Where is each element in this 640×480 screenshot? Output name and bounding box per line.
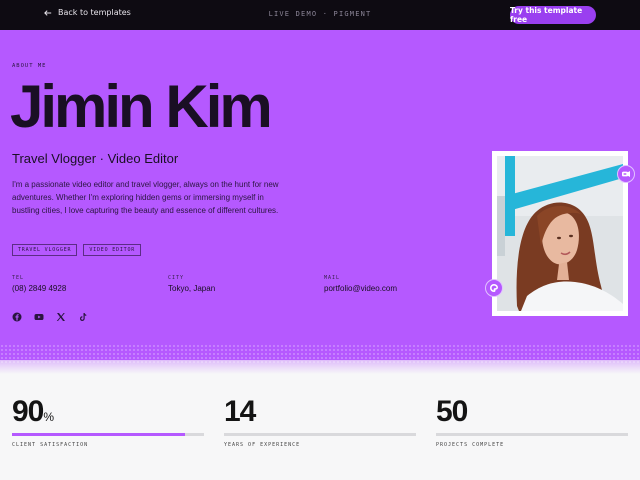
mail-value[interactable]: portfolio@video.com — [324, 284, 397, 293]
stat-projects-label: PROJECTS COMPLETE — [436, 442, 505, 448]
video-camera-icon — [622, 170, 630, 178]
about-eyebrow: ABOUT ME — [12, 63, 47, 69]
facebook-icon[interactable] — [12, 307, 22, 322]
portrait-image — [497, 156, 623, 311]
stat-years-value: 14 — [224, 395, 256, 428]
stat-suffix: % — [43, 410, 55, 424]
tag-video-editor: VIDEO EDITOR — [83, 244, 142, 256]
profile-role: Travel Vlogger · Video Editor — [12, 151, 179, 166]
stat-progress-track — [12, 433, 204, 436]
palette-badge — [485, 279, 503, 297]
profile-photo-frame — [492, 151, 628, 316]
mail-label: MAIL — [324, 275, 341, 281]
stat-client-satisfaction-label: CLIENT SATISFACTION — [12, 442, 89, 448]
top-bar: Back to templates LIVE DEMO · PIGMENT Tr… — [0, 0, 640, 30]
tag-travel-vlogger: TRAVEL VLOGGER — [12, 244, 78, 256]
youtube-icon[interactable] — [34, 307, 44, 320]
tel-value[interactable]: (08) 2849 4928 — [12, 284, 66, 293]
tel-label: TEL — [12, 275, 25, 281]
city-label: CITY — [168, 275, 185, 281]
tiktok-icon[interactable] — [78, 307, 88, 321]
stat-client-satisfaction-value: 90% — [12, 395, 55, 428]
stat-years-label: YEARS OF EXPERIENCE — [224, 442, 301, 448]
city-value: Tokyo, Japan — [168, 284, 216, 293]
profile-name: Jimin Kim — [10, 73, 273, 140]
profile-bio: I'm a passionate video editor and travel… — [12, 180, 279, 215]
video-camera-badge — [617, 165, 635, 183]
stat-progress-track — [436, 433, 628, 436]
tag-list: TRAVEL VLOGGER VIDEO EDITOR — [12, 244, 142, 256]
palette-icon — [490, 284, 498, 292]
try-template-button[interactable]: Try this template free — [510, 6, 596, 24]
profile-photo — [497, 156, 623, 311]
stat-progress-fill — [12, 433, 185, 436]
x-icon[interactable] — [56, 307, 66, 321]
social-links — [12, 307, 88, 322]
dot-pattern — [0, 344, 640, 364]
stat-projects-value: 50 — [436, 395, 468, 428]
stat-progress-track — [224, 433, 416, 436]
